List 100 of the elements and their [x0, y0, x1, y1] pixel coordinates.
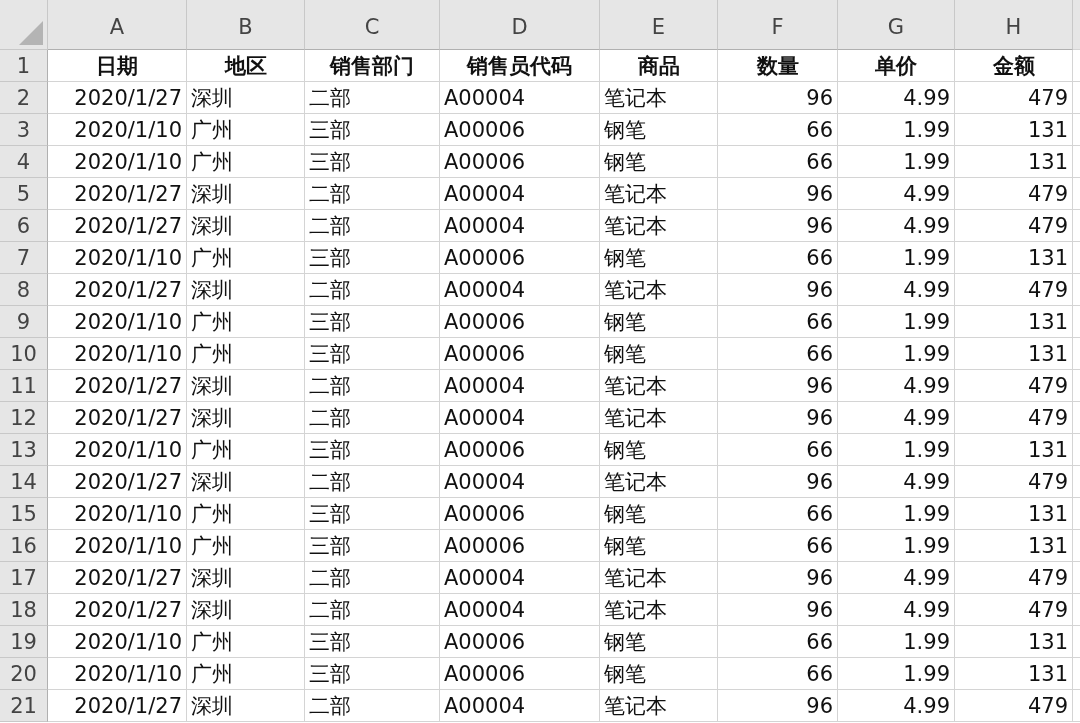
table-cell: 66 [718, 338, 838, 370]
row-header[interactable]: 20 [0, 658, 48, 690]
table-cell: 二部 [305, 402, 440, 434]
row-header[interactable]: 2 [0, 82, 48, 114]
row-header[interactable]: 14 [0, 466, 48, 498]
table-cell: 4.99 [838, 210, 955, 242]
row-header[interactable]: 1 [0, 50, 48, 82]
table-cell: 广州 [187, 306, 305, 338]
table-cell: A00006 [440, 658, 600, 690]
table-cell: 深圳 [187, 210, 305, 242]
row-header[interactable]: 13 [0, 434, 48, 466]
table-cell: 二部 [305, 562, 440, 594]
table-cell: 66 [718, 242, 838, 274]
table-cell: 2020/1/10 [48, 242, 187, 274]
table-cell: 131 [955, 146, 1073, 178]
table-cell: A00006 [440, 242, 600, 274]
row-header[interactable]: 6 [0, 210, 48, 242]
row-header[interactable]: 7 [0, 242, 48, 274]
table-cell: A00006 [440, 338, 600, 370]
row-header[interactable]: 9 [0, 306, 48, 338]
table-cell: 479 [955, 210, 1073, 242]
table-cell: A00004 [440, 210, 600, 242]
table-cell: A00004 [440, 594, 600, 626]
select-all-icon[interactable] [19, 21, 43, 45]
table-cell: 深圳 [187, 402, 305, 434]
table-cell: 2020/1/27 [48, 210, 187, 242]
table-cell: 2020/1/10 [48, 498, 187, 530]
row-header[interactable]: 8 [0, 274, 48, 306]
table-cell: 广州 [187, 242, 305, 274]
table-cell: 笔记本 [600, 562, 718, 594]
table-cell: 深圳 [187, 690, 305, 722]
table-cell: 二部 [305, 370, 440, 402]
table-cell: 2020/1/27 [48, 466, 187, 498]
table-cell: 深圳 [187, 82, 305, 114]
table-cell: A00006 [440, 146, 600, 178]
column-header[interactable]: F [718, 0, 838, 50]
table-cell: 2020/1/10 [48, 626, 187, 658]
table-header-cell: 日期 [48, 50, 187, 82]
table-cell: 479 [955, 562, 1073, 594]
table-cell: 4.99 [838, 690, 955, 722]
table-cell: 4.99 [838, 82, 955, 114]
table-cell: A00004 [440, 274, 600, 306]
table-cell: 2020/1/10 [48, 658, 187, 690]
table-cell: 2020/1/27 [48, 562, 187, 594]
table-cell: 二部 [305, 82, 440, 114]
table-cell: 二部 [305, 594, 440, 626]
table-cell: 96 [718, 178, 838, 210]
table-cell: 广州 [187, 498, 305, 530]
table-cell: A00004 [440, 562, 600, 594]
table-cell: 笔记本 [600, 178, 718, 210]
table-cell: 笔记本 [600, 274, 718, 306]
table-cell: 4.99 [838, 562, 955, 594]
column-header[interactable]: A [48, 0, 187, 50]
row-header[interactable]: 5 [0, 178, 48, 210]
table-cell: 广州 [187, 434, 305, 466]
table-cell: 二部 [305, 210, 440, 242]
table-cell: 笔记本 [600, 82, 718, 114]
table-cell: 4.99 [838, 178, 955, 210]
row-header[interactable]: 21 [0, 690, 48, 722]
table-cell: 96 [718, 594, 838, 626]
table-cell: 三部 [305, 242, 440, 274]
table-cell: 1.99 [838, 434, 955, 466]
table-cell: 笔记本 [600, 402, 718, 434]
row-header[interactable]: 12 [0, 402, 48, 434]
table-cell: 4.99 [838, 274, 955, 306]
table-cell: 三部 [305, 626, 440, 658]
table-cell: 479 [955, 82, 1073, 114]
table-cell: 2020/1/10 [48, 338, 187, 370]
row-header[interactable]: 3 [0, 114, 48, 146]
row-header[interactable]: 16 [0, 530, 48, 562]
table-cell: 131 [955, 338, 1073, 370]
column-header[interactable]: G [838, 0, 955, 50]
table-cell: 深圳 [187, 594, 305, 626]
table-cell: A00006 [440, 498, 600, 530]
row-header[interactable]: 4 [0, 146, 48, 178]
row-header[interactable]: 17 [0, 562, 48, 594]
table-cell: 66 [718, 626, 838, 658]
table-header-cell: 金额 [955, 50, 1073, 82]
row-header[interactable]: 15 [0, 498, 48, 530]
table-cell: 479 [955, 402, 1073, 434]
table-cell: 广州 [187, 146, 305, 178]
table-cell: 笔记本 [600, 370, 718, 402]
row-header[interactable]: 10 [0, 338, 48, 370]
table-cell: 三部 [305, 146, 440, 178]
table-cell: 479 [955, 178, 1073, 210]
column-header[interactable]: H [955, 0, 1073, 50]
column-header[interactable]: B [187, 0, 305, 50]
column-header[interactable]: D [440, 0, 600, 50]
table-cell: 2020/1/27 [48, 274, 187, 306]
column-header[interactable]: C [305, 0, 440, 50]
table-cell: A00006 [440, 306, 600, 338]
column-header[interactable]: E [600, 0, 718, 50]
column-header[interactable] [1073, 0, 1080, 50]
table-cell: 66 [718, 114, 838, 146]
table-cell: 96 [718, 370, 838, 402]
row-header[interactable]: 18 [0, 594, 48, 626]
row-header[interactable]: 19 [0, 626, 48, 658]
table-cell: 三部 [305, 530, 440, 562]
row-header[interactable]: 11 [0, 370, 48, 402]
table-header-cell: 地区 [187, 50, 305, 82]
